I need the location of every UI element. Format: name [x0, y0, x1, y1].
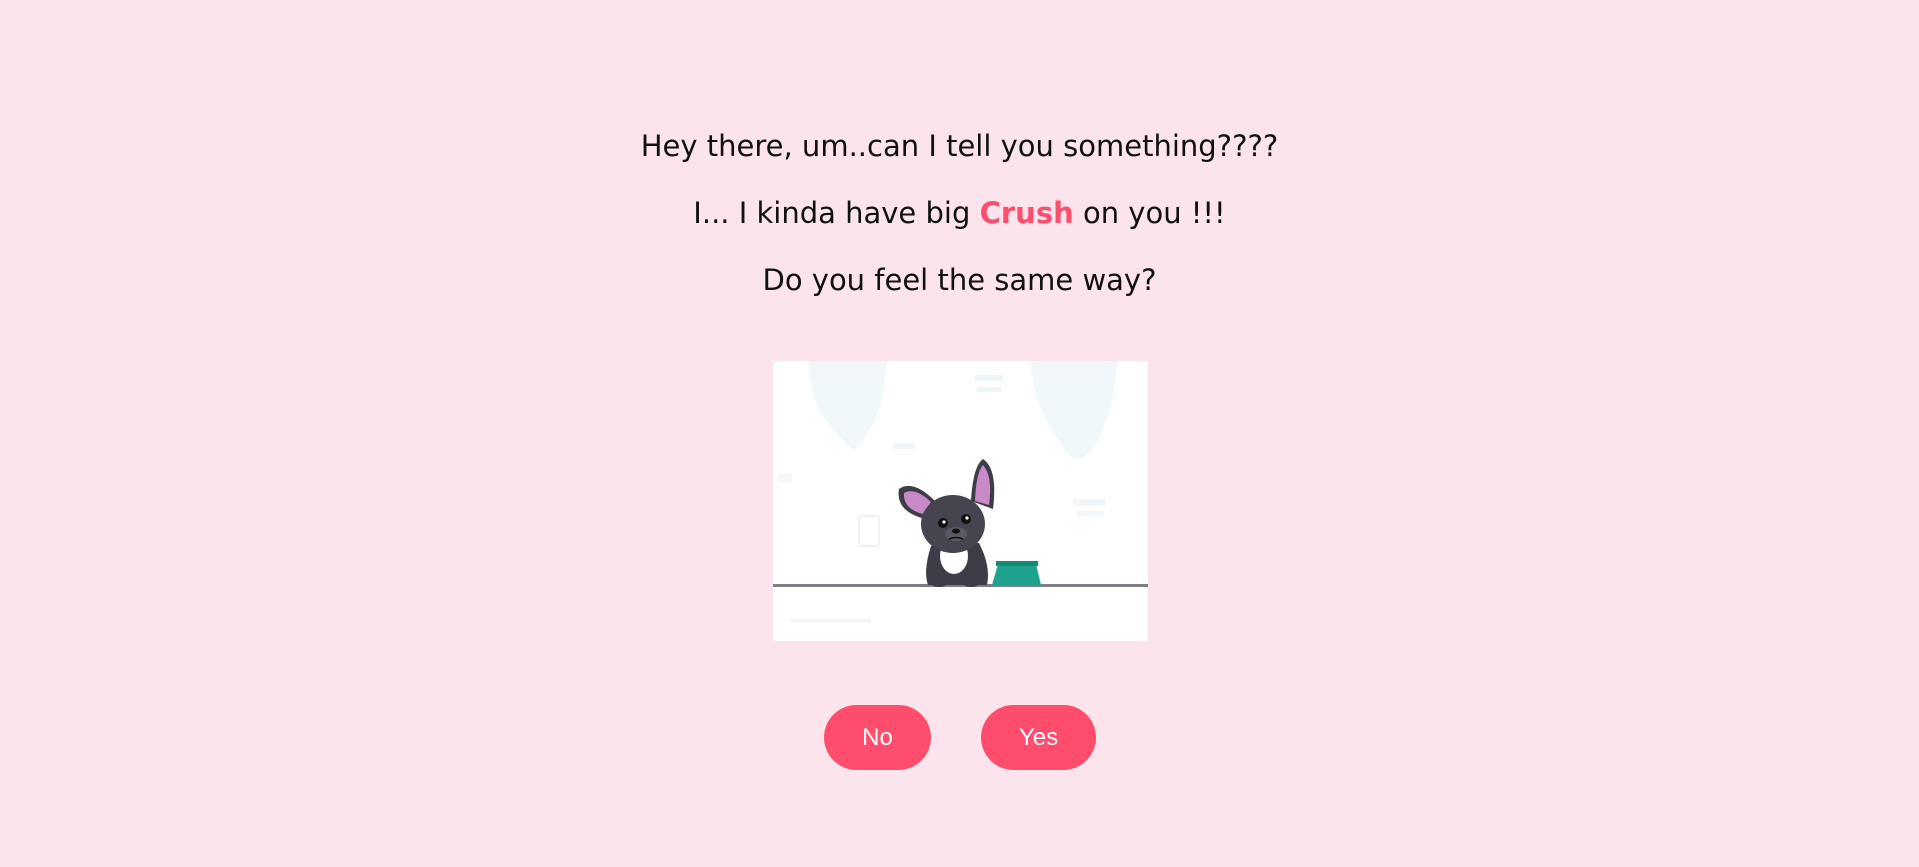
question-line-3: Do you feel the same way? [0, 262, 1919, 298]
crush-page: Hey there, um..can I tell you something?… [0, 0, 1919, 867]
question-line-1-text: Hey there, um..can I tell you something?… [640, 129, 1279, 163]
question-line-2: I... I kinda have big Crush on you !!! [0, 195, 1919, 231]
question-line-2-after: on you !!! [1073, 196, 1226, 230]
no-button[interactable]: No [824, 705, 931, 770]
sad-puppy-illustration [773, 361, 1148, 641]
crush-highlight: Crush [979, 196, 1074, 230]
bowl-icon [992, 561, 1041, 585]
puppy-icon [898, 459, 995, 587]
yes-button[interactable]: Yes [981, 705, 1096, 770]
question-line-2-before: I... I kinda have big [693, 196, 980, 230]
question-line-3-text: Do you feel the same way? [762, 263, 1157, 297]
question-line-1: Hey there, um..can I tell you something?… [0, 128, 1919, 164]
